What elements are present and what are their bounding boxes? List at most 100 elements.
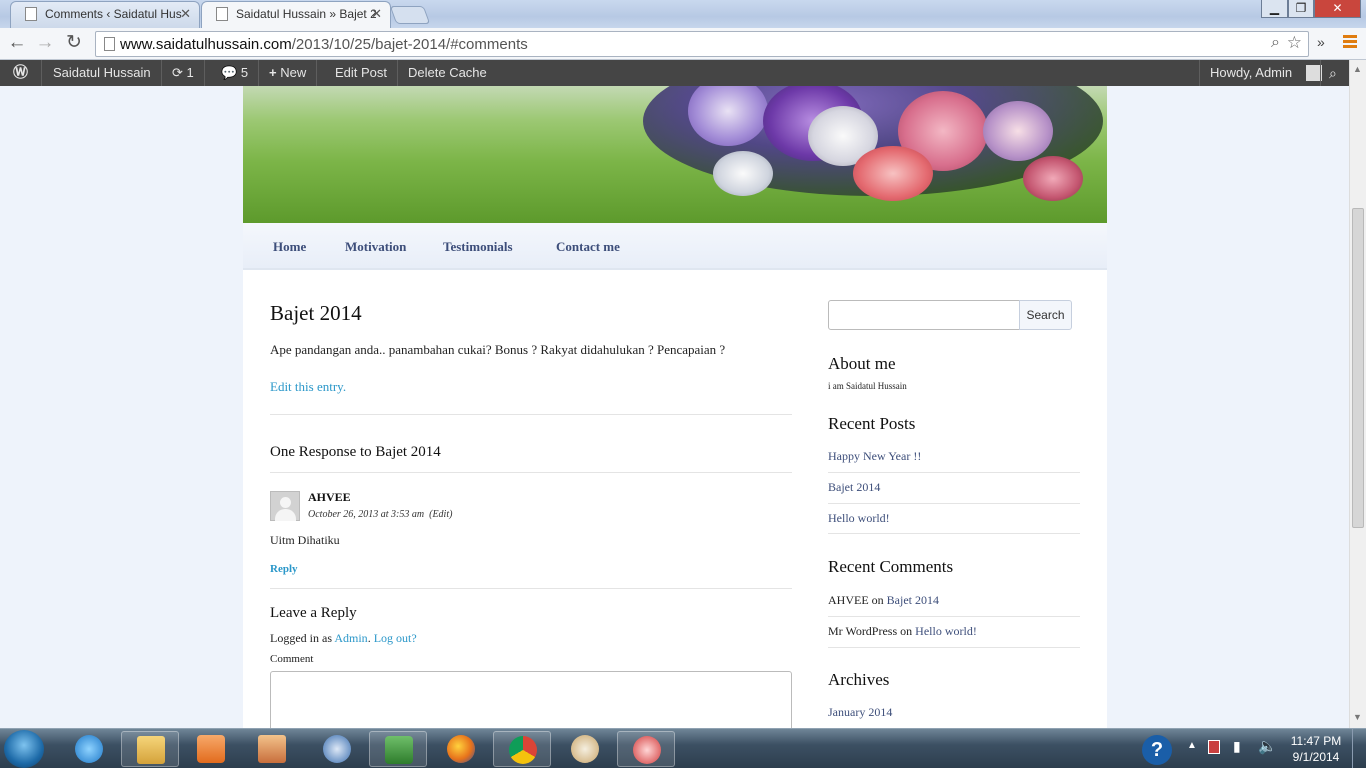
notification-icon[interactable]	[1208, 740, 1220, 754]
edit-post-link[interactable]: Edit Post	[325, 60, 399, 86]
folder-icon	[137, 736, 165, 764]
scroll-down-icon[interactable]: ▼	[1353, 712, 1362, 722]
menu-icon[interactable]	[1343, 35, 1357, 38]
taskbar-chrome[interactable]	[493, 731, 551, 767]
forward-button[interactable]: →	[33, 32, 57, 56]
recent-comments-heading: Recent Comments	[828, 557, 954, 576]
logged-in-text: Logged in as Admin. Log out?	[270, 631, 417, 645]
recent-posts-heading: Recent Posts	[828, 414, 916, 433]
taskbar-media[interactable]	[182, 731, 240, 767]
updates-link[interactable]: ⟳ 1	[162, 60, 205, 86]
page-scrollbar[interactable]: ▲ ▼	[1349, 60, 1366, 728]
comments-link[interactable]: 💬 5	[211, 60, 260, 86]
edit-entry-link[interactable]: Edit this entry.	[270, 379, 346, 395]
taskbar-snipping[interactable]	[617, 731, 675, 767]
browser-tab-comments[interactable]: Comments ‹ Saidatul Hus ✕	[10, 1, 200, 28]
zoom-icon[interactable]: ⌕	[1271, 34, 1280, 52]
taskbar-thunderbird[interactable]	[308, 731, 366, 767]
comment-textarea[interactable]	[270, 671, 792, 728]
about-text: i am Saidatul Hussain	[828, 381, 907, 391]
comment-edit-link[interactable]: (Edit)	[429, 509, 452, 520]
address-bar[interactable]: www.saidatulhussain.com/2013/10/25/bajet…	[95, 31, 1309, 57]
comment-author: AHVEE	[308, 490, 351, 504]
logout-link[interactable]: Log out?	[374, 631, 417, 645]
search-icon[interactable]: ⌕	[1320, 60, 1345, 86]
page-icon	[216, 7, 228, 21]
clock-time: 11:47 PM	[1290, 734, 1342, 748]
comment-label: Comment	[270, 653, 314, 665]
wordpress-logo-icon[interactable]: Ⓦ	[0, 60, 42, 86]
plus-icon: +	[269, 65, 277, 80]
reload-button[interactable]: ↻	[62, 32, 86, 56]
media-player-icon	[197, 735, 225, 763]
minimize-button[interactable]: ▁	[1261, 0, 1288, 18]
help-icon[interactable]: ?	[1142, 735, 1172, 765]
start-button[interactable]	[4, 730, 44, 768]
nav-item-testimonials[interactable]: Testimonials	[443, 239, 513, 255]
search-button[interactable]: Search	[1019, 300, 1072, 330]
divider	[270, 472, 792, 473]
mail-icon	[323, 735, 351, 763]
extensions-chevron-icon[interactable]: »	[1317, 34, 1325, 50]
network-icon[interactable]: ▮	[1233, 738, 1241, 755]
close-tab-icon[interactable]: ✕	[371, 6, 382, 22]
taskbar-ie[interactable]	[60, 731, 118, 767]
my-account-link[interactable]: Howdy, Admin	[1199, 60, 1332, 86]
divider	[828, 503, 1080, 504]
browser-tab-bajet[interactable]: Saidatul Hussain » Bajet 20 ✕	[201, 1, 391, 28]
bookmark-star-icon[interactable]: ☆	[1287, 33, 1302, 53]
taskbar-hp[interactable]	[369, 731, 427, 767]
tab-title: Comments ‹ Saidatul Hus	[45, 7, 182, 21]
delete-cache-link[interactable]: Delete Cache	[398, 60, 497, 86]
recent-comment-post-link[interactable]: Hello world!	[915, 624, 977, 638]
scroll-up-icon[interactable]: ▲	[1353, 64, 1362, 74]
recent-comment-post-link[interactable]: Bajet 2014	[887, 593, 939, 607]
comment-bubble-icon: 💬	[221, 65, 238, 80]
firefox-icon	[447, 735, 475, 763]
url-text: www.saidatulhussain.com/2013/10/25/bajet…	[120, 36, 528, 53]
tab-title: Saidatul Hussain » Bajet 20	[236, 7, 376, 21]
close-window-button[interactable]: ✕	[1314, 0, 1361, 18]
show-hidden-icons[interactable]: ▲	[1187, 740, 1197, 751]
chrome-icon	[509, 736, 537, 764]
back-button[interactable]: ←	[5, 32, 29, 56]
taskbar-firefox[interactable]	[432, 731, 490, 767]
divider	[828, 533, 1080, 534]
taskbar-explorer[interactable]	[121, 731, 179, 767]
reply-link[interactable]: Reply	[270, 563, 298, 575]
nav-item-contact[interactable]: Contact me	[556, 239, 620, 255]
post-title: Bajet 2014	[270, 301, 362, 325]
wp-admin-bar: Ⓦ Saidatul Hussain ⟳ 1 💬 5 + New Edit Po…	[0, 60, 1349, 86]
divider	[828, 647, 1080, 648]
taskbar-paint[interactable]	[556, 731, 614, 767]
archive-link[interactable]: January 2014	[828, 705, 892, 720]
maximize-button[interactable]: ❐	[1288, 0, 1314, 18]
nav-item-motivation[interactable]: Motivation	[345, 239, 406, 255]
volume-icon[interactable]: 🔈	[1258, 737, 1277, 755]
comment-text: Uitm Dihatiku	[270, 533, 340, 547]
recent-post-link[interactable]: Hello world!	[828, 511, 890, 526]
leave-reply-heading: Leave a Reply	[270, 605, 357, 621]
admin-link[interactable]: Admin	[334, 631, 367, 645]
scrollbar-thumb[interactable]	[1352, 208, 1364, 528]
new-content-link[interactable]: + New	[259, 60, 318, 86]
nav-item-home[interactable]: Home	[273, 239, 306, 255]
archives-heading: Archives	[828, 670, 890, 689]
recent-post-link[interactable]: Happy New Year !!	[828, 449, 921, 464]
divider	[270, 414, 792, 415]
close-tab-icon[interactable]: ✕	[180, 6, 191, 22]
taskbar-app[interactable]	[243, 731, 301, 767]
app-icon	[258, 735, 286, 763]
recent-comment-item: Mr WordPress on Hello world!	[828, 624, 977, 638]
recent-post-link[interactable]: Bajet 2014	[828, 480, 880, 495]
page-icon	[25, 7, 37, 21]
search-input[interactable]	[828, 300, 1020, 330]
clock[interactable]: 11:47 PM 9/1/2014	[1287, 733, 1345, 765]
site-name-link[interactable]: Saidatul Hussain	[43, 60, 162, 86]
browser-tab-strip: Comments ‹ Saidatul Hus ✕ Saidatul Hussa…	[0, 0, 1366, 28]
main-navigation: Home Motivation Testimonials Contact me	[243, 223, 1107, 270]
page-icon	[104, 37, 115, 51]
comment-date[interactable]: October 26, 2013 at 3:53 am (Edit)	[308, 509, 452, 520]
new-tab-button[interactable]	[389, 6, 431, 24]
show-desktop-button[interactable]	[1352, 729, 1366, 768]
